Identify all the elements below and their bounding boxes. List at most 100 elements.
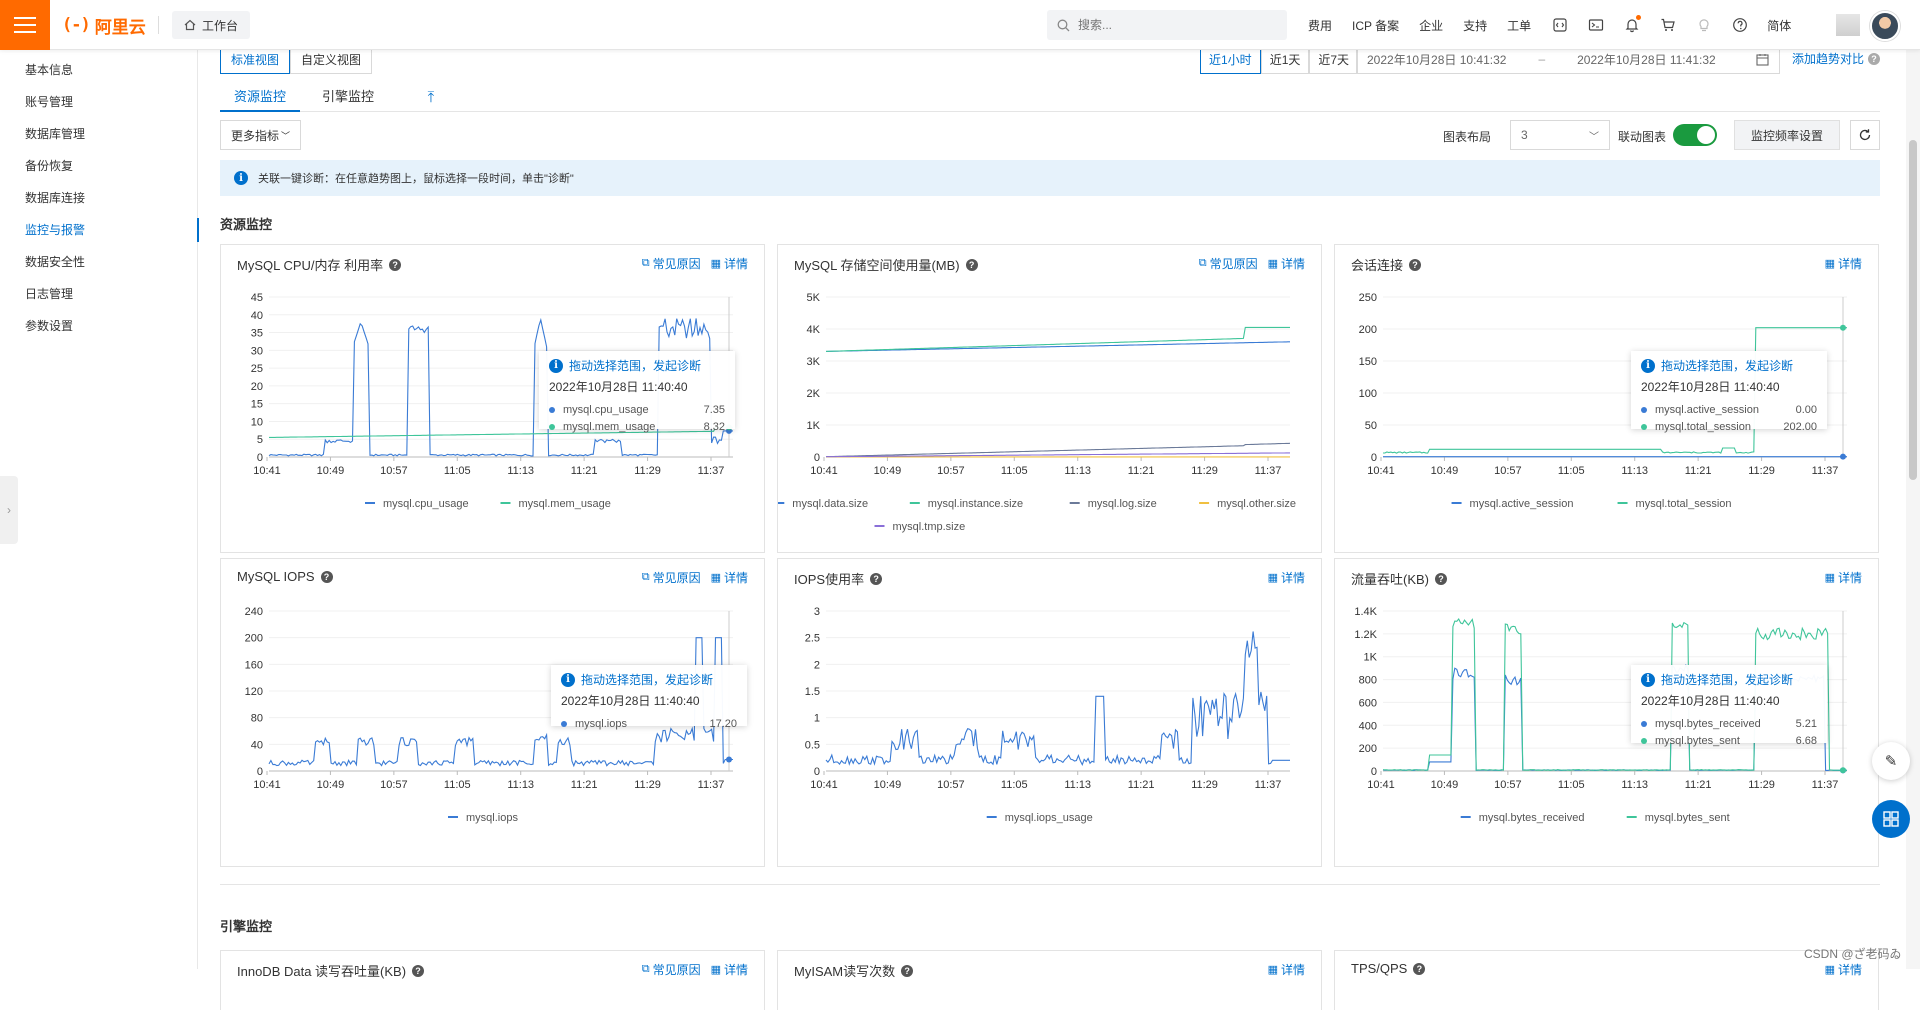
chart-svg[interactable]: 0 0.5 1 1.5 2 2.5 3 10:41 10:49 10:57 11:05 11:13 11… [778, 559, 1323, 868]
series-dot [1641, 737, 1647, 744]
terminal-icon[interactable] [1587, 16, 1605, 34]
add-trend-compare-link[interactable]: 添加趋势对比 ? [1792, 50, 1881, 67]
tab-engine-monitor[interactable]: 引擎监控 [308, 82, 388, 112]
chart-layout-label: 图表布局 [1443, 130, 1492, 144]
tooltip-row: mysql.bytes_sent 6.68 [1641, 732, 1817, 749]
legend-label[interactable]: mysql.iops_usage [1005, 812, 1093, 824]
monitor-frequency-button[interactable]: 监控频率设置 [1734, 120, 1841, 150]
y-tick-label: 10 [251, 416, 263, 428]
legend-label[interactable]: mysql.bytes_received [1479, 812, 1585, 824]
common-reasons-label: 常见原因 [652, 963, 701, 977]
sidebar-item[interactable]: 基本信息 [0, 54, 198, 86]
y-tick-label: 40 [251, 310, 263, 322]
more-metrics-button[interactable]: 更多指标 ﹀ [220, 120, 302, 150]
menu-icon[interactable] [0, 0, 50, 50]
chart-svg[interactable]: 0 1K 2K 3K 4K 5K 10:41 10:49 10:57 11:05 11:13 11:2… [778, 245, 1323, 554]
y-tick-label: 0 [1371, 766, 1377, 778]
tooltip-series-name: mysql.bytes_received [1655, 717, 1761, 730]
help-icon[interactable]: ? [901, 964, 914, 977]
tooltip-title[interactable]: i 拖动选择范围，发起诊断 [561, 671, 737, 688]
legend-label[interactable]: mysql.data.size [792, 498, 868, 510]
apps-grid-icon[interactable] [1872, 800, 1910, 838]
y-tick-label: 4K [807, 324, 821, 336]
chart-layout-select[interactable]: 3 ﹀ [1510, 120, 1610, 150]
y-tick-label: 400 [1359, 720, 1377, 732]
sidebar-item[interactable]: 数据库管理 [0, 118, 198, 150]
tooltip-series-name: mysql.active_session [1655, 403, 1759, 416]
refresh-button[interactable] [1850, 120, 1880, 150]
nav-support[interactable]: 支持 [1463, 17, 1487, 34]
tooltip-series-value: 202.00 [1783, 420, 1817, 433]
legend-label[interactable]: mysql.cpu_usage [383, 498, 469, 510]
info-icon: i [234, 171, 248, 185]
nav-enterprise[interactable]: 企业 [1419, 17, 1443, 34]
pin-top-icon[interactable]: ⤒ [416, 82, 446, 112]
x-tick-label: 11:05 [444, 779, 471, 791]
x-tick-label: 10:57 [380, 465, 408, 477]
detail-label: 详情 [723, 963, 748, 977]
bulb-icon[interactable] [1695, 16, 1713, 34]
x-tick-label: 10:41 [253, 779, 281, 791]
detail-link[interactable]: ▦ 详情 [711, 961, 748, 978]
tab-resource-monitor[interactable]: 资源监控 [220, 82, 301, 112]
nav-fees[interactable]: 费用 [1308, 17, 1332, 34]
code-icon[interactable] [1551, 16, 1569, 34]
scrollbar-thumb[interactable] [1909, 140, 1917, 480]
aliyun-logo[interactable]: (-) 阿里云 [62, 13, 146, 37]
lang-switch[interactable]: 简体 [1767, 17, 1791, 34]
legend-label[interactable]: mysql.active_session [1470, 498, 1574, 510]
bell-icon[interactable] [1623, 15, 1642, 34]
legend-label[interactable]: mysql.instance.size [928, 498, 1023, 510]
search-box[interactable] [1047, 10, 1287, 40]
link-chart-toggle[interactable] [1673, 124, 1717, 146]
legend-label[interactable]: mysql.log.size [1088, 498, 1157, 510]
search-input[interactable] [1078, 18, 1258, 32]
tooltip-title[interactable]: i 拖动选择范围，发起诊断 [549, 357, 725, 374]
legend-label[interactable]: mysql.total_session [1636, 498, 1732, 510]
sidebar-collapse-toggle[interactable]: › [0, 476, 18, 544]
detail-link[interactable]: ▦ 详情 [1825, 961, 1862, 978]
legend-label[interactable]: mysql.other.size [1217, 498, 1296, 510]
sidebar-item[interactable]: 日志管理 [0, 278, 198, 310]
edit-icon[interactable]: ✎ [1872, 742, 1910, 780]
sidebar-item[interactable]: 备份恢复 [0, 150, 198, 182]
sidebar-item[interactable]: 数据库连接 [0, 182, 198, 214]
help-icon[interactable]: ? [412, 964, 425, 977]
user-area[interactable] [1836, 8, 1910, 42]
nav-ticket[interactable]: 工单 [1507, 17, 1531, 34]
sidebar-item[interactable]: 数据安全性 [0, 246, 198, 278]
tooltip-series-name: mysql.iops [575, 717, 627, 730]
legend-label[interactable]: mysql.tmp.size [893, 521, 966, 533]
detail-link[interactable]: ▦ 详情 [1268, 961, 1305, 978]
tooltip-title[interactable]: i 拖动选择范围，发起诊断 [1641, 671, 1817, 688]
date-separator: – [1538, 52, 1546, 66]
common-reasons-link[interactable]: ⧉ 常见原因 [642, 961, 701, 978]
help-icon[interactable] [1731, 16, 1749, 34]
x-tick-label: 10:57 [1494, 465, 1522, 477]
cart-icon[interactable] [1659, 16, 1677, 34]
nav-icp[interactable]: ICP 备案 [1352, 17, 1399, 34]
avatar[interactable] [1870, 11, 1900, 41]
engine-chart-card: TPS/QPS? ▦ 详情 [1334, 950, 1879, 1010]
legend-label[interactable]: mysql.mem_usage [519, 498, 611, 510]
legend-label[interactable]: mysql.bytes_sent [1645, 812, 1730, 824]
sidebar-item[interactable]: 监控与报警 [0, 214, 199, 246]
y-tick-label: 250 [1359, 292, 1377, 304]
detail-icon: ▦ [710, 964, 721, 976]
y-tick-label: 35 [251, 328, 263, 340]
sidebar-item[interactable]: 参数设置 [0, 310, 198, 342]
y-tick-label: 160 [245, 659, 263, 671]
page-scrollbar[interactable] [1906, 50, 1920, 969]
logo-mark: (-) [62, 15, 91, 35]
y-tick-label: 3 [814, 606, 820, 618]
hover-point [1840, 453, 1846, 460]
tooltip-row: mysql.mem_usage 8.32 [549, 418, 725, 435]
y-tick-label: 45 [251, 292, 263, 304]
workbench-button[interactable]: 工作台 [172, 11, 251, 39]
sidebar-item[interactable]: 账号管理 [0, 86, 198, 118]
tooltip-title[interactable]: i 拖动选择范围，发起诊断 [1641, 357, 1817, 374]
series-line-mysql-instance-size [825, 326, 1290, 352]
chart-tooltip: i 拖动选择范围，发起诊断 2022年10月28日 11:40:40 mysql.io… [551, 665, 747, 730]
y-tick-label: 1 [814, 713, 820, 725]
legend-label[interactable]: mysql.iops [466, 812, 518, 824]
